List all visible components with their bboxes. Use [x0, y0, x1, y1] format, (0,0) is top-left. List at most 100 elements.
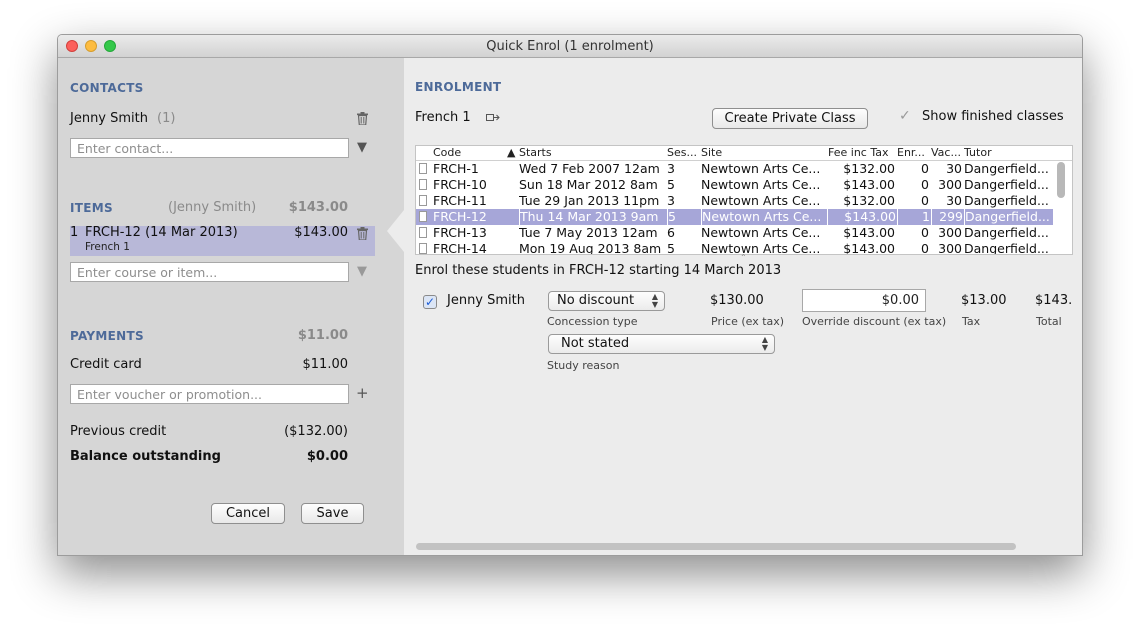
trash-icon[interactable] — [357, 227, 368, 240]
override-discount-label: Override discount (ex tax) — [802, 315, 947, 328]
cell-site: Newtown Arts Ce... — [701, 241, 821, 255]
column-header-sessions[interactable]: Ses... — [667, 146, 697, 159]
trash-icon[interactable] — [357, 112, 368, 125]
tax-value: $13.00 — [961, 293, 1007, 308]
previous-credit-value: ($132.00) — [284, 424, 348, 439]
cell-vacancies: 299 — [931, 209, 963, 225]
contacts-heading: CONTACTS — [70, 81, 144, 95]
column-header-code[interactable]: Code — [433, 146, 503, 159]
cancel-button[interactable]: Cancel — [211, 503, 285, 524]
cell-vacancies: 300 — [938, 241, 962, 255]
table-row[interactable]: FRCH-11 Tue 29 Jan 2013 11pm 3 Newtown Arts… — [416, 193, 1053, 209]
concession-type-value: No discount — [557, 293, 635, 308]
student-checkbox[interactable]: ✓ — [423, 295, 437, 309]
selection-pointer — [387, 210, 404, 252]
row-checkbox[interactable] — [419, 179, 427, 190]
column-header-site[interactable]: Site — [701, 146, 821, 159]
table-row[interactable]: FRCH-10 Sun 18 Mar 2012 8am 5 Newtown Arts … — [416, 177, 1053, 193]
cell-site: Newtown Arts Ce... — [701, 161, 821, 176]
column-header-fee[interactable]: Fee inc Tax — [828, 146, 894, 159]
row-checkbox[interactable] — [419, 227, 427, 238]
show-finished-label: Show finished classes — [922, 109, 1064, 124]
window-title: Quick Enrol (1 enrolment) — [486, 39, 654, 54]
override-discount-input[interactable] — [802, 289, 926, 312]
row-checkbox[interactable] — [419, 163, 427, 174]
cell-starts: Tue 7 May 2013 12am — [519, 225, 658, 240]
contact-search-input[interactable] — [70, 138, 349, 158]
table-row[interactable]: FRCH-14 Mon 19 Aug 2013 8am 5 Newtown Arts … — [416, 241, 1053, 255]
cell-tutor: Dangerfield... — [964, 193, 1049, 208]
dropdown-triangle-icon[interactable]: ▼ — [357, 265, 367, 279]
cell-starts: Wed 7 Feb 2007 12am — [519, 161, 660, 176]
row-checkbox[interactable] — [419, 243, 427, 254]
items-heading: ITEMS — [70, 201, 113, 215]
cell-sessions: 5 — [667, 209, 700, 225]
vertical-scrollbar[interactable] — [1057, 162, 1065, 198]
row-checkbox[interactable] — [419, 195, 427, 206]
cell-starts: Tue 29 Jan 2013 11pm — [519, 193, 660, 208]
row-checkbox[interactable] — [419, 211, 427, 222]
popup-arrows-icon: ▲ ▼ — [651, 292, 658, 309]
cell-starts: Sun 18 Mar 2012 8am — [519, 177, 658, 192]
table-row[interactable]: FRCH-12 Thu 14 Mar 2013 9am 5 Newtown Arts … — [416, 209, 1053, 225]
cell-sessions: 3 — [667, 161, 675, 176]
cell-enrolled: 1 — [897, 209, 930, 225]
column-header-starts[interactable]: Starts — [519, 146, 659, 159]
price-label: Price (ex tax) — [711, 315, 785, 328]
cell-fee: $143.00 — [827, 209, 896, 225]
concession-type-select[interactable]: No discount ▲ ▼ — [548, 291, 665, 311]
cell-code: FRCH-11 — [433, 193, 487, 208]
course-name: French 1 — [415, 110, 471, 125]
enrolment-heading: ENROLMENT — [415, 80, 502, 94]
cell-code: FRCH-12 — [433, 209, 487, 224]
total-label: Total — [1036, 315, 1062, 328]
create-private-class-button[interactable]: Create Private Class — [712, 108, 868, 129]
cell-vacancies: 300 — [938, 225, 962, 240]
table-header: Code ▲ Starts Ses... Site Fee inc Tax En… — [416, 146, 1072, 161]
title-bar[interactable]: Quick Enrol (1 enrolment) — [58, 35, 1082, 58]
study-reason-value: Not stated — [561, 336, 630, 351]
tax-label: Tax — [962, 315, 981, 328]
cell-enrolled: 0 — [921, 225, 929, 240]
go-to-course-icon[interactable] — [486, 113, 500, 122]
cell-code: FRCH-14 — [433, 241, 487, 255]
table-row[interactable]: FRCH-1 Wed 7 Feb 2007 12am 3 Newtown Arts C… — [416, 161, 1053, 177]
show-finished-checkbox[interactable]: ✓ — [899, 108, 911, 124]
cell-starts: Thu 14 Mar 2013 9am — [519, 209, 666, 225]
cell-sessions: 5 — [667, 177, 675, 192]
cell-site: Newtown Arts Ce... — [701, 193, 821, 208]
student-name: Jenny Smith — [447, 293, 525, 308]
cell-enrolled: 0 — [921, 177, 929, 192]
course-search-input[interactable] — [70, 262, 349, 282]
cell-vacancies: 30 — [946, 161, 962, 176]
save-button[interactable]: Save — [301, 503, 364, 524]
payments-heading: PAYMENTS — [70, 329, 144, 343]
cell-fee: $132.00 — [843, 193, 895, 208]
study-reason-select[interactable]: Not stated ▲ ▼ — [548, 334, 775, 354]
resize-handle-icon[interactable]: ⌃ — [740, 253, 747, 262]
column-header-enrolled[interactable]: Enr... — [897, 146, 929, 159]
total-value: $143. — [1035, 293, 1073, 308]
concession-type-label: Concession type — [547, 315, 638, 328]
voucher-input[interactable] — [70, 384, 349, 404]
horizontal-scrollbar[interactable] — [416, 543, 1016, 550]
add-icon[interactable]: + — [356, 386, 369, 401]
cell-tutor: Dangerfield... — [964, 209, 1053, 225]
table-row[interactable]: FRCH-13 Tue 7 May 2013 12am 6 Newtown Arts … — [416, 225, 1053, 241]
quick-enrol-window: Quick Enrol (1 enrolment) CONTACTS Jenny… — [57, 34, 1083, 556]
cell-fee: $143.00 — [843, 225, 895, 240]
study-reason-label: Study reason — [547, 359, 620, 372]
payments-total: $11.00 — [297, 328, 348, 343]
item-price: $143.00 — [294, 225, 348, 240]
dropdown-triangle-icon[interactable]: ▼ — [357, 141, 367, 155]
popup-arrows-icon: ▲ ▼ — [761, 335, 768, 352]
balance-value: $0.00 — [306, 449, 348, 464]
column-header-vacancies[interactable]: Vac... — [931, 146, 963, 159]
cell-vacancies: 300 — [938, 177, 962, 192]
previous-credit-label: Previous credit — [70, 424, 167, 439]
cell-starts: Mon 19 Aug 2013 8am — [519, 241, 662, 255]
items-total: $143.00 — [288, 200, 348, 215]
left-panel: CONTACTS Jenny Smith (1) ▼ ITEMS (Jenny … — [58, 58, 404, 555]
column-header-tutor[interactable]: Tutor — [964, 146, 1052, 159]
balance-label: Balance outstanding — [70, 449, 221, 464]
